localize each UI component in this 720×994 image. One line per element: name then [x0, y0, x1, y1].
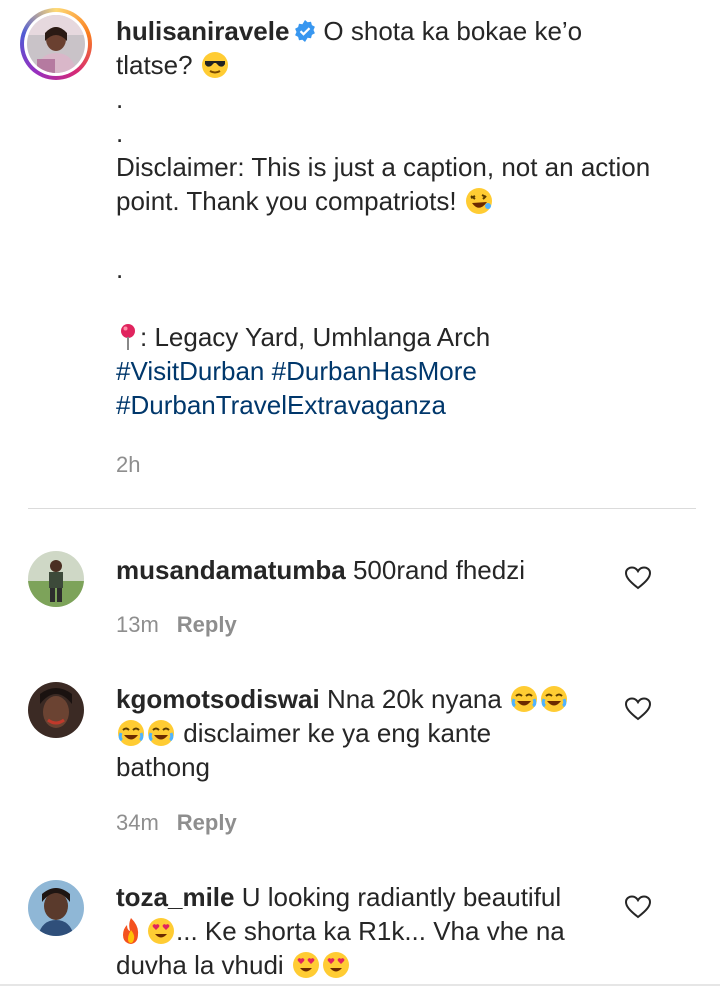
comment-text: toza_mile U looking radiantly beautiful … — [116, 880, 586, 982]
comment-meta: 13m Reply — [116, 612, 237, 638]
like-heart-icon[interactable] — [624, 566, 652, 590]
bottom-edge-divider — [0, 984, 720, 986]
avatar-photo — [28, 880, 84, 936]
joy-emoji-icon — [146, 718, 176, 748]
comment-avatar[interactable] — [28, 880, 84, 936]
avatar-photo — [27, 15, 85, 73]
avatar-photo — [28, 551, 84, 607]
caption-author-avatar[interactable] — [20, 8, 92, 80]
comment-avatar[interactable] — [28, 551, 84, 607]
round-pushpin-icon — [116, 322, 140, 352]
caption-dot: . — [116, 254, 124, 284]
reply-button[interactable]: Reply — [177, 612, 237, 637]
joy-emoji-icon — [116, 718, 146, 748]
joy-emoji-icon — [539, 684, 569, 714]
avatar-photo — [28, 682, 84, 738]
sunglasses-emoji-icon — [200, 50, 230, 80]
comment-username[interactable]: kgomotsodiswai — [116, 684, 320, 714]
like-heart-icon[interactable] — [624, 697, 652, 721]
comment-body-part1: Nna 20k nyana — [326, 684, 502, 714]
rolling-laughing-emoji-icon — [464, 186, 494, 216]
fire-emoji-icon — [116, 916, 146, 946]
caption-dot: . — [116, 118, 124, 148]
heart-eyes-emoji-icon — [146, 916, 176, 946]
verified-badge-icon — [293, 17, 317, 42]
like-heart-icon[interactable] — [624, 895, 652, 919]
heart-eyes-emoji-icon — [291, 950, 321, 980]
joy-emoji-icon — [509, 684, 539, 714]
hashtag-link[interactable]: #VisitDurban — [116, 356, 264, 386]
caption-disclaimer: Disclaimer: This is just a caption, not … — [116, 152, 651, 216]
caption-text-line2: tlatse? — [116, 50, 193, 80]
caption-location: : Legacy Yard, Umhlanga Arch — [140, 322, 491, 352]
comment-body-part1: U looking radiantly beautiful — [241, 882, 562, 912]
divider — [28, 508, 696, 509]
comment-body: 500rand fhedzi — [352, 555, 525, 585]
comment-avatar[interactable] — [28, 682, 84, 738]
post-caption: hulisaniravele O shota ka bokae ke’o tlat… — [116, 14, 696, 422]
hashtag-link[interactable]: #DurbanHasMore — [272, 356, 477, 386]
comment-username[interactable]: toza_mile — [116, 882, 235, 912]
comment-text: musandamatumba 500rand fhedzi — [116, 553, 586, 587]
heart-eyes-emoji-icon — [321, 950, 351, 980]
caption-timestamp: 2h — [116, 452, 141, 477]
caption-text-line1: O shota ka bokae ke’o — [323, 16, 583, 46]
comment-text: kgomotsodiswai Nna 20k nyana disclaimer … — [116, 682, 586, 784]
comment-username[interactable]: musandamatumba — [116, 555, 346, 585]
comment-meta: 34m Reply — [116, 810, 237, 836]
reply-button[interactable]: Reply — [177, 810, 237, 835]
caption-username[interactable]: hulisaniravele — [116, 16, 289, 46]
comment-timestamp: 34m — [116, 810, 159, 835]
comment-timestamp: 13m — [116, 612, 159, 637]
hashtag-link[interactable]: #DurbanTravelExtravaganza — [116, 390, 446, 420]
caption-dot: . — [116, 84, 124, 114]
